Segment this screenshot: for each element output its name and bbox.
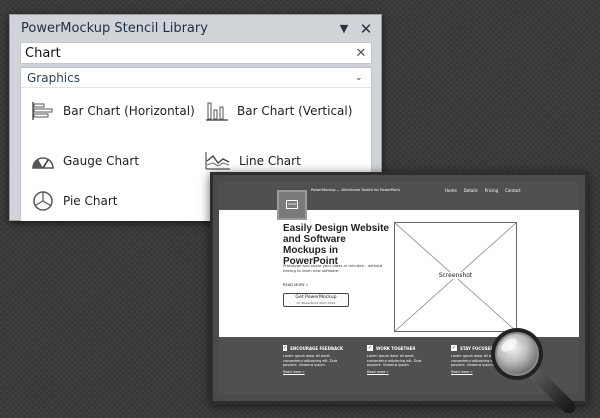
pie-chart-icon	[33, 191, 53, 211]
close-icon[interactable]: ✕	[357, 20, 375, 38]
stencil-item-label: Bar Chart (Horizontal)	[63, 104, 195, 118]
stencil-item-line-chart[interactable]: Line Chart	[205, 151, 301, 171]
check-icon: ✓	[283, 345, 288, 351]
bar-chart-vertical-icon	[206, 102, 228, 121]
mockup-logo-text: LOGO	[286, 200, 298, 209]
group-header-graphics[interactable]: Graphics ⌄	[21, 68, 371, 88]
feature-title: WORK TOGETHER	[376, 345, 416, 351]
mockup-menu-item: Details	[463, 188, 478, 193]
check-icon: ✓	[367, 345, 373, 351]
feature-text: Lorem ipsum dolor sit amet, consectetur …	[367, 354, 422, 367]
search-box: ✕	[20, 42, 372, 64]
triangle-down-icon[interactable]: ▼	[335, 20, 353, 38]
mockup-read-more: READ MORE »	[283, 283, 309, 287]
feature-text: Lorem ipsum dolor sit amet, consectetur …	[283, 354, 338, 367]
stencil-item-label: Bar Chart (Vertical)	[237, 104, 353, 118]
stencil-item-bar-chart-vertical[interactable]: Bar Chart (Vertical)	[205, 101, 352, 121]
line-chart-icon	[205, 152, 230, 170]
feature-link: Read more »	[283, 369, 305, 374]
chevron-down-icon: ⌄	[355, 72, 363, 83]
mockup-headline: Easily Design Website and Software Mocku…	[283, 223, 389, 267]
feature-item: ✓ WORK TOGETHER Lorem ipsum dolor sit ame…	[367, 345, 423, 374]
stencil-item-label: Gauge Chart	[63, 154, 140, 168]
check-icon: ✓	[451, 345, 457, 351]
panel-title-bar: PowerMockup Stencil Library ▼ ✕	[10, 15, 381, 42]
mockup-cta-sublabel: for PowerPoint 2007-2016	[296, 301, 336, 305]
mockup-menu-item: Pricing	[484, 188, 499, 193]
stencil-item-pie-chart[interactable]: Pie Chart	[31, 191, 117, 211]
gauge-chart-icon	[32, 157, 54, 169]
stencil-item-label: Line Chart	[239, 154, 301, 168]
mockup-cta-button: Get PowerMockup for PowerPoint 2007-2016	[283, 293, 349, 307]
mockup-navbar: PowerMockup — Wireframe Toolkit for Powe…	[219, 182, 579, 210]
clear-x-icon[interactable]: ✕	[351, 46, 371, 61]
stencil-item-bar-chart-horizontal[interactable]: Bar Chart (Horizontal)	[31, 101, 195, 121]
mockup-menu-item: Home	[445, 188, 457, 193]
mockup-logo: LOGO	[277, 190, 307, 220]
feature-item: ✓ ENCOURAGE FEEDBACK Lorem ipsum dolor si…	[283, 345, 343, 374]
mockup-subtext: Prototype and share your ideas in minute…	[283, 263, 383, 273]
stencil-item-gauge-chart[interactable]: Gauge Chart	[31, 151, 139, 171]
mockup-tagline: PowerMockup — Wireframe Toolkit for Powe…	[311, 188, 400, 192]
mockup-menu-item: Contact	[505, 188, 521, 193]
stencil-item-label: Pie Chart	[63, 194, 118, 208]
search-input[interactable]	[21, 43, 351, 63]
mockup-menu: Home Details Pricing Contact	[445, 188, 528, 193]
bar-chart-horizontal-icon	[32, 102, 53, 120]
group-label: Graphics	[27, 70, 80, 85]
magnifier-icon	[491, 328, 576, 413]
panel-title: PowerMockup Stencil Library	[21, 21, 208, 36]
feature-title: ENCOURAGE FEEDBACK	[290, 345, 344, 351]
mockup-screenshot-placeholder: Screenshot	[394, 222, 517, 332]
screenshot-label: Screenshot	[395, 272, 516, 279]
mockup-cta-label: Get PowerMockup	[295, 295, 337, 300]
feature-link: Read more »	[367, 369, 389, 374]
